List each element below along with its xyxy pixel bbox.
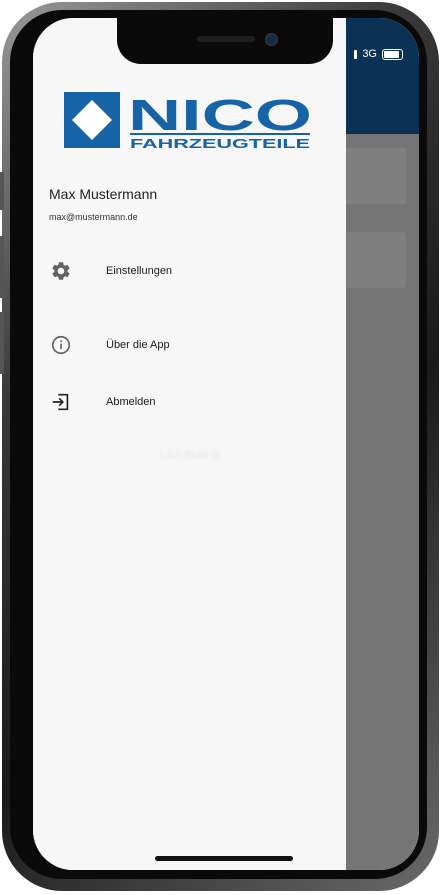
phone-frame: 3G NICO FAHRZEUGTEILE Max Mustermann max… <box>0 0 443 895</box>
svg-text:NICO: NICO <box>128 91 312 140</box>
menu-item-logout[interactable]: Abmelden <box>33 380 346 424</box>
navigation-drawer: NICO FAHRZEUGTEILE Max Mustermann max@mu… <box>33 18 346 870</box>
menu-item-about[interactable]: Über die App <box>33 323 346 367</box>
speaker-grille <box>197 36 255 42</box>
info-icon <box>49 333 73 357</box>
network-type: 3G <box>362 48 377 60</box>
menu-label-settings: Einstellungen <box>106 265 173 277</box>
svg-text:FAHRZEUGTEILE: FAHRZEUGTEILE <box>130 136 311 151</box>
app-version: 1.0.0 (build 6) <box>158 450 221 461</box>
menu-label-logout: Abmelden <box>106 396 156 408</box>
screen: 3G NICO FAHRZEUGTEILE Max Mustermann max… <box>33 18 419 870</box>
mute-switch <box>0 172 4 210</box>
status-bar: 3G <box>354 48 403 60</box>
gear-icon <box>49 259 73 283</box>
notch <box>117 18 333 64</box>
front-camera <box>265 33 278 46</box>
menu-label-about: Über die App <box>106 339 170 351</box>
volume-down-button <box>0 312 4 374</box>
nico-logo: NICO FAHRZEUGTEILE <box>64 90 315 152</box>
menu-item-settings[interactable]: Einstellungen <box>33 249 346 293</box>
user-email: max@mustermann.de <box>49 212 138 222</box>
home-indicator[interactable] <box>155 856 293 861</box>
volume-up-button <box>0 236 4 298</box>
user-name: Max Mustermann <box>49 186 158 202</box>
signal-icon <box>354 49 358 59</box>
logout-icon <box>49 390 73 414</box>
battery-icon <box>382 48 403 60</box>
